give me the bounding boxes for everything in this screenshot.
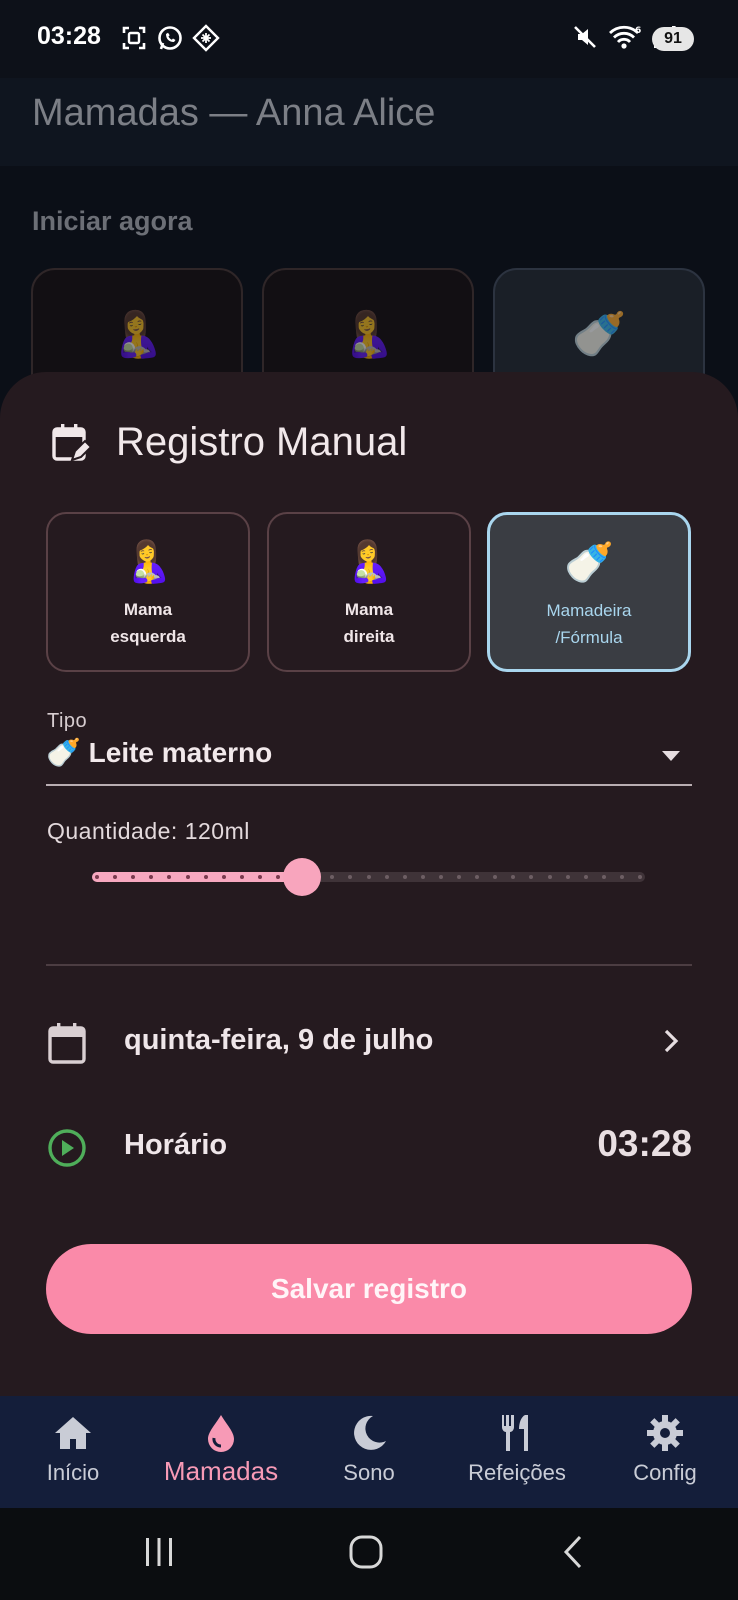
slider-tick <box>565 875 570 879</box>
slider-tick <box>330 875 335 879</box>
slider-tick <box>420 875 425 879</box>
nav-item-refeicoes[interactable]: Refeições <box>444 1396 590 1508</box>
baby-bottle-icon: 🍼 <box>564 541 614 585</box>
tipo-dropdown[interactable]: 🍼 Leite materno <box>46 736 692 786</box>
slider-tick <box>493 875 498 879</box>
status-time: 03:28 <box>37 22 101 50</box>
nav-label: Sono <box>343 1460 395 1485</box>
time-value[interactable]: 03:28 <box>597 1123 692 1165</box>
slider-tick <box>438 875 443 879</box>
slider-tick <box>638 875 642 879</box>
fork-knife-icon <box>502 1415 528 1451</box>
back-icon[interactable] <box>560 1534 586 1570</box>
type-mama-esquerda-button[interactable]: 🤱 Mama esquerda <box>46 512 250 672</box>
breastfeeding-icon: 🤱 <box>123 540 173 584</box>
slider-tick <box>185 875 190 879</box>
home-icon <box>55 1417 91 1449</box>
slider-tick <box>475 875 480 879</box>
breastfeeding-icon: 🤱 <box>344 540 394 584</box>
slider-tick <box>221 875 226 879</box>
date-label: quinta-feira, 9 de julho <box>124 1024 434 1056</box>
type-label-line1: Mama <box>344 600 394 619</box>
sheet-title: Registro Manual <box>116 420 408 464</box>
dropdown-arrow-icon <box>662 751 680 761</box>
status-bar: 03:28 6 91 <box>0 0 738 78</box>
date-picker-row[interactable]: quinta-feira, 9 de julho <box>46 1012 692 1072</box>
type-label-line1: Mama <box>123 600 173 619</box>
wifi-icon: 6 <box>609 25 641 49</box>
slider-tick <box>457 875 461 879</box>
page-title: Mamadas — Anna Alice <box>32 92 436 134</box>
slider-tick <box>203 875 208 879</box>
time-picker-row[interactable]: Horário 03:28 <box>46 1117 692 1177</box>
type-label-line2: esquerda <box>110 627 186 646</box>
type-label-line2: direita <box>343 627 395 646</box>
gear-icon <box>647 1415 683 1451</box>
home-button-icon[interactable] <box>348 1534 384 1570</box>
slider-tick <box>276 875 280 879</box>
manual-entry-sheet: Registro Manual 🤱 Mama esquerda 🤱 Mama d… <box>0 372 738 1396</box>
mute-icon <box>574 26 596 48</box>
nav-item-config[interactable]: Config <box>592 1396 738 1508</box>
calendar-icon <box>48 1023 86 1064</box>
drop-icon <box>208 1415 234 1452</box>
type-mamadeira-button[interactable]: 🍼 Mamadeira /Fórmula <box>487 512 691 672</box>
moon-icon <box>354 1415 386 1450</box>
slider-tick <box>402 875 407 879</box>
nav-label: Início <box>46 1460 100 1485</box>
type-label-line2: /Fórmula <box>555 628 623 647</box>
slider-tick <box>95 875 99 879</box>
slider-tick <box>149 875 154 879</box>
whatsapp-icon <box>158 26 182 50</box>
slider-tick <box>257 875 262 879</box>
nav-item-inicio[interactable]: Início <box>0 1396 146 1508</box>
app-bar: Mamadas — Anna Alice <box>0 78 738 166</box>
calendar-edit-icon <box>52 423 92 462</box>
app-grid-icon <box>192 24 220 52</box>
svg-text:6: 6 <box>635 26 641 36</box>
status-left-icons <box>120 24 220 52</box>
section-label: Iniciar agora <box>32 206 193 236</box>
slider-tick <box>348 875 353 879</box>
slider-tick <box>529 875 534 879</box>
system-navigation-bar <box>0 1508 738 1600</box>
type-mama-direita-button[interactable]: 🤱 Mama direita <box>267 512 471 672</box>
slider-tick <box>384 875 389 879</box>
play-circle-icon <box>48 1129 86 1167</box>
nav-label: Mamadas <box>163 1456 279 1486</box>
slider-tick <box>239 875 244 879</box>
quantity-slider-thumb[interactable] <box>283 858 322 896</box>
sheet-header: Registro Manual <box>50 420 407 465</box>
bottom-navigation: Início Mamadas Sono Refeições Config <box>0 1396 738 1508</box>
quantity-slider-ticks <box>92 872 645 882</box>
nav-label: Config <box>633 1460 697 1485</box>
slider-tick <box>619 875 624 879</box>
slider-tick <box>583 875 588 879</box>
chevron-right-icon <box>664 1029 679 1053</box>
tipo-label: Tipo <box>47 710 88 732</box>
recent-apps-icon[interactable] <box>142 1534 176 1570</box>
quantity-label: Quantidade: 120ml <box>47 818 250 844</box>
nav-item-sono[interactable]: Sono <box>296 1396 442 1508</box>
slider-tick <box>511 875 516 879</box>
slider-tick <box>366 875 371 879</box>
save-button[interactable]: Salvar registro <box>46 1244 692 1334</box>
nav-label: Refeições <box>468 1460 566 1485</box>
tipo-selected-value: 🍼 Leite materno <box>46 737 273 768</box>
screenshot-icon <box>122 26 146 50</box>
background-content: Iniciar agora 🤱 🤱 🍼 <box>0 166 738 418</box>
slider-tick <box>131 875 136 879</box>
time-label: Horário <box>124 1129 228 1161</box>
type-label-line1: Mamadeira <box>546 601 632 620</box>
nav-item-mamadas[interactable]: Mamadas <box>148 1396 294 1508</box>
slider-tick <box>113 875 118 879</box>
slider-tick <box>547 875 552 879</box>
slider-tick <box>167 875 172 879</box>
battery-indicator: 91 <box>652 27 694 51</box>
slider-tick <box>601 875 606 879</box>
divider <box>46 964 692 966</box>
